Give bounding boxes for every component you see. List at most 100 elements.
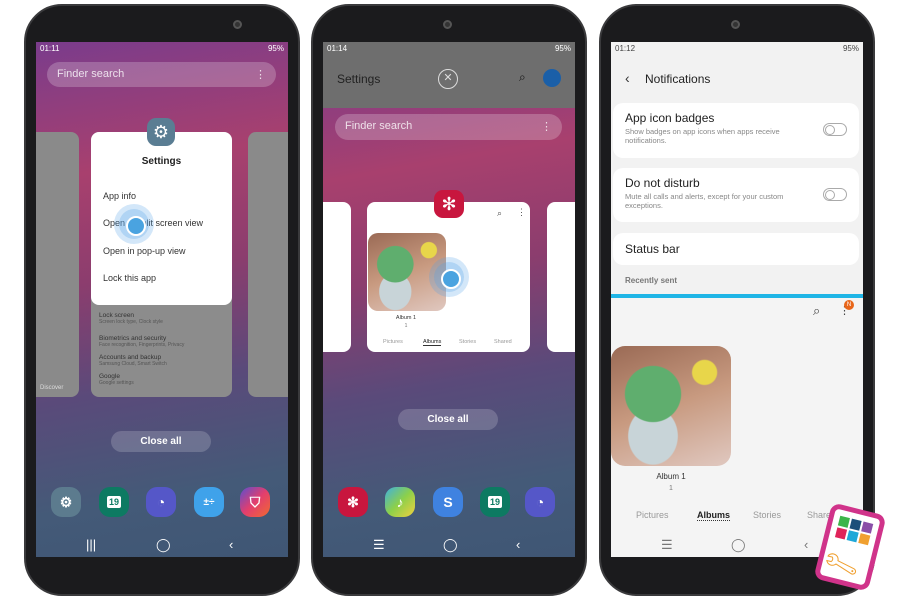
home-nav-button[interactable]: ◯ xyxy=(731,537,746,553)
clock-icon[interactable]: ◔ xyxy=(146,487,176,517)
search-icon[interactable]: ⌕ xyxy=(497,208,502,219)
touch-indicator xyxy=(434,262,464,292)
calendar-icon[interactable]: 19 xyxy=(99,487,129,517)
wrench-icon: 🔧︎ xyxy=(820,545,861,584)
close-all-button[interactable]: Close all xyxy=(111,431,211,452)
camera xyxy=(233,20,242,29)
tab-stories[interactable]: Stories xyxy=(753,510,781,520)
setting-status-bar[interactable]: Status bar xyxy=(613,233,859,265)
home-nav-button[interactable]: ◯ xyxy=(443,537,458,553)
link-icon[interactable]: S xyxy=(433,487,463,517)
logo-tile xyxy=(834,527,848,540)
recent-card-gallery[interactable]: ⌕ ⋮ Album 1 1 Pictures Albums Stories Sh… xyxy=(367,202,530,352)
album-name: Album 1 xyxy=(395,315,417,321)
gallery-pane: ⌕ ⋮ N Album 1 1 Pictures Albums Stories … xyxy=(611,298,863,557)
recent-card-right[interactable] xyxy=(248,132,288,397)
album-thumbnail[interactable] xyxy=(611,346,731,466)
battery-level: 95% xyxy=(554,44,571,53)
setting-subtitle: Mute all calls and alerts, except for yo… xyxy=(625,192,784,210)
calendar-day: 19 xyxy=(106,496,121,508)
phone-1: 01:11 95% Finder search ⋮ Discover Lock sc… xyxy=(24,4,300,596)
menu-split-screen[interactable]: Open in split screen view xyxy=(103,218,203,228)
setting-subtitle: Show badges on app icons when apps recei… xyxy=(625,127,780,145)
preview-sub: Screen lock type, Clock style xyxy=(99,319,163,325)
search-placeholder: Finder search xyxy=(345,120,413,132)
search-icon[interactable]: ⌕ xyxy=(519,70,526,85)
calendar-day: 19 xyxy=(487,496,502,508)
logo-tile xyxy=(846,530,859,543)
menu-app-info[interactable]: App info xyxy=(103,191,136,201)
tab-shared[interactable]: Shared xyxy=(494,339,512,345)
status-bar: 01:14 95% xyxy=(323,42,575,55)
gallery-icon[interactable]: ✻ xyxy=(338,487,368,517)
sketch-icon[interactable]: ♪ xyxy=(385,487,415,517)
phone-2: 01:14 95% Settings ✕ ⌕ Finder search ⋮ ⌕ ⋮… xyxy=(311,4,587,596)
finder-search[interactable]: Finder search ⋮ xyxy=(47,62,276,87)
calculator-icon[interactable]: ±÷ xyxy=(194,487,224,517)
recent-card-left[interactable]: Discover xyxy=(36,132,79,397)
more-icon[interactable]: ⋮ xyxy=(541,120,552,134)
avatar[interactable] xyxy=(543,69,561,87)
battery-level: 95% xyxy=(842,44,859,53)
popup-title: Settings xyxy=(141,156,182,167)
more-icon[interactable]: ⋮ xyxy=(255,68,266,81)
battery-level: 95% xyxy=(267,44,284,53)
tab-pictures[interactable]: Pictures xyxy=(383,339,403,345)
status-bar: 01:11 95% xyxy=(36,42,288,55)
tab-albums[interactable]: Albums xyxy=(423,339,442,346)
dnd-toggle[interactable] xyxy=(823,188,847,201)
gallery-app-icon: ✻ xyxy=(434,190,464,218)
back-icon[interactable]: ‹ xyxy=(625,70,630,86)
back-nav-button[interactable]: ‹ xyxy=(229,537,233,552)
search-placeholder: Finder search xyxy=(57,68,125,80)
recents-screen: 01:11 95% Finder search ⋮ Discover Lock sc… xyxy=(36,42,288,557)
preview-sub: Face recognition, Fingerprints, Privacy xyxy=(99,342,185,348)
finder-search[interactable]: Finder search ⋮ xyxy=(335,114,562,140)
search-icon[interactable]: ⌕ xyxy=(813,303,820,319)
tab-albums[interactable]: Albums xyxy=(697,510,731,521)
preview-sub: Samsung Cloud, Smart Switch xyxy=(99,361,167,367)
recents-nav-button[interactable]: ☰ xyxy=(373,537,385,553)
more-icon[interactable]: ⋮ xyxy=(517,207,526,218)
status-time: 01:12 xyxy=(615,44,636,53)
tab-stories[interactable]: Stories xyxy=(459,339,476,345)
preview-item: Lock screen xyxy=(99,312,135,319)
settings-preview: Lock screen Screen lock type, Clock style… xyxy=(91,308,232,390)
close-icon[interactable]: ✕ xyxy=(438,69,458,89)
menu-lock-app[interactable]: Lock this app xyxy=(103,273,156,283)
section-header: Recently sent xyxy=(625,276,678,285)
home-nav-button[interactable]: ◯ xyxy=(156,537,171,553)
setting-title: App icon badges xyxy=(625,111,715,125)
calendar-icon[interactable]: 19 xyxy=(480,487,510,517)
setting-do-not-disturb[interactable]: Do not disturb Mute all calls and alerts… xyxy=(613,168,859,222)
recents-nav-button[interactable]: ||| xyxy=(86,537,96,552)
setting-app-icon-badges[interactable]: App icon badges Show badges on app icons… xyxy=(613,103,859,158)
settings-gear-icon: ⚙ xyxy=(147,118,175,146)
logo-tile xyxy=(858,533,871,546)
page-title: Notifications xyxy=(645,72,711,86)
status-time: 01:11 xyxy=(40,44,60,53)
recents-nav-button[interactable]: ☰ xyxy=(661,537,673,553)
preview-item: Google xyxy=(99,373,120,380)
camera xyxy=(731,20,740,29)
settings-icon[interactable]: ⚙ xyxy=(51,487,81,517)
store-icon[interactable]: ⛉ xyxy=(240,487,270,517)
album-count: 1 xyxy=(669,485,673,492)
back-nav-button[interactable]: ‹ xyxy=(516,537,520,552)
status-bar: 01:12 95% xyxy=(611,42,863,55)
album-name: Album 1 xyxy=(656,472,686,481)
recent-card-left[interactable] xyxy=(323,202,351,352)
status-time: 01:14 xyxy=(327,44,348,53)
tab-pictures[interactable]: Pictures xyxy=(636,510,669,520)
preview-sub: Google settings xyxy=(99,380,134,386)
notification-badge: N xyxy=(844,300,854,310)
close-all-button[interactable]: Close all xyxy=(398,409,498,430)
logo-tile xyxy=(849,518,862,531)
back-nav-button[interactable]: ‹ xyxy=(804,537,808,552)
badges-toggle[interactable] xyxy=(823,123,847,136)
setting-title: Status bar xyxy=(625,242,680,256)
menu-popup-view[interactable]: Open in pop-up view xyxy=(103,246,186,256)
clock-icon[interactable]: ◔ xyxy=(525,487,555,517)
recent-card-right[interactable] xyxy=(547,202,575,352)
camera xyxy=(443,20,452,29)
